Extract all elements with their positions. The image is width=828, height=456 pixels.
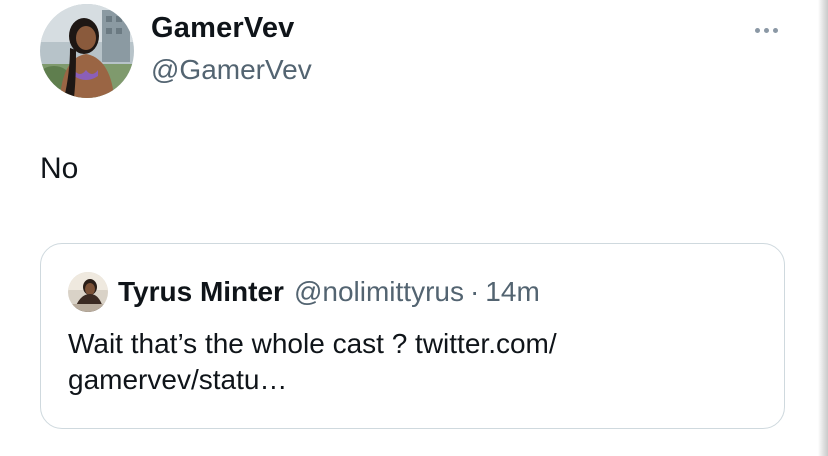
quoted-separator: ·: [469, 276, 480, 307]
quoted-tweet-card[interactable]: Tyrus Minter @nolimittyrus · 14m Wait th…: [40, 243, 785, 429]
screenshot-edge: [818, 0, 828, 456]
quoted-timestamp: 14m: [485, 276, 540, 307]
quoted-author-avatar: [68, 272, 108, 312]
tweet-header: GamerVev @GamerVev: [40, 4, 800, 100]
author-name[interactable]: GamerVev: [151, 12, 295, 45]
quoted-tweet-header: Tyrus Minter @nolimittyrus · 14m: [68, 272, 540, 312]
more-options-button[interactable]: [753, 20, 787, 40]
author-avatar[interactable]: [40, 4, 134, 98]
author-handle[interactable]: @GamerVev: [151, 54, 312, 86]
quoted-author-name: Tyrus Minter: [118, 276, 284, 307]
more-horizontal-icon: [753, 27, 780, 33]
more-dot: [764, 27, 769, 33]
quoted-tweet-text: Wait that’s the whole cast ? twitter.com…: [68, 326, 748, 398]
quoted-author-handle: @nolimittyrus: [293, 276, 464, 307]
quoted-text-line: gamervev/statu…: [68, 364, 288, 395]
tweet-text: No: [40, 152, 79, 185]
more-dot: [755, 27, 760, 33]
quoted-text-line: Wait that’s the whole cast ? twitter.com…: [68, 328, 557, 359]
more-dot: [773, 27, 778, 33]
